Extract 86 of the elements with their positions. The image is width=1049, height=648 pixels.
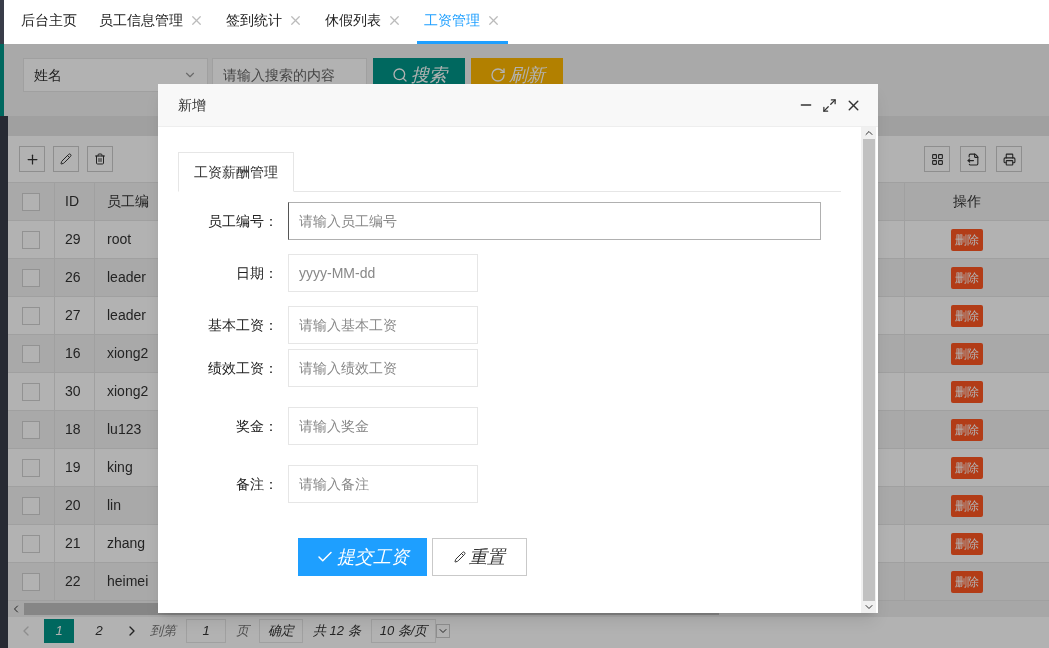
page-input[interactable]: 1	[186, 619, 226, 643]
table-cell-text: 21	[65, 534, 81, 553]
column-header: 员工编	[107, 192, 149, 211]
table-cell-text: 29	[65, 230, 81, 249]
caret-icon[interactable]	[436, 624, 451, 638]
table-cell-text: lin	[107, 496, 121, 515]
row-delete-button[interactable]: 删除	[951, 456, 983, 479]
page-tab[interactable]: 休假列表	[318, 0, 409, 44]
row-delete-button[interactable]: 删除	[951, 418, 983, 441]
row-checkbox[interactable]	[22, 192, 40, 211]
field-select[interactable]: 姓名	[23, 58, 208, 92]
table-cell-text: xiong2	[107, 344, 149, 363]
table-cell-text: leader	[107, 306, 146, 325]
pencil-icon	[60, 153, 72, 165]
table-cell-text: leader	[107, 268, 146, 287]
row-checkbox[interactable]	[22, 458, 40, 477]
row-checkbox[interactable]	[22, 382, 40, 401]
table-cell-text: 22	[65, 572, 81, 591]
dialog-title: 新增	[178, 95, 206, 115]
submit-button[interactable]: 提交工资	[298, 538, 427, 576]
table-cell-text: 19	[65, 458, 81, 477]
maximize-icon[interactable]	[822, 97, 837, 113]
table-cell-text: 18	[65, 420, 81, 439]
column-header: ID	[65, 192, 79, 211]
column-header: 操作	[953, 192, 981, 211]
row-checkbox[interactable]	[22, 344, 40, 363]
row-checkbox[interactable]	[22, 534, 40, 553]
print-button[interactable]	[996, 146, 1022, 172]
page-tab[interactable]: 签到统计	[219, 0, 310, 44]
field-label: 日期：	[235, 263, 279, 283]
plus-icon	[24, 151, 40, 167]
page-button[interactable]: 1	[44, 619, 74, 643]
reset-button[interactable]: 重置	[432, 538, 527, 576]
add-button[interactable]	[19, 146, 45, 172]
row-delete-button[interactable]: 删除	[951, 342, 983, 365]
printer-icon	[1002, 152, 1016, 166]
field-label: 员工编号：	[207, 211, 279, 231]
pencil-icon	[454, 551, 466, 563]
row-delete-button[interactable]: 删除	[951, 494, 983, 517]
table-cell-text: 20	[65, 496, 81, 515]
field-label: 奖金：	[235, 416, 279, 436]
table-cell-text: heimei	[107, 572, 149, 591]
page-tab[interactable]: 后台主页	[14, 0, 84, 44]
page-button[interactable]: 2	[84, 619, 114, 643]
table-cell-text: lu123	[107, 420, 142, 439]
row-delete-button[interactable]: 删除	[951, 570, 983, 593]
delete-button[interactable]	[87, 146, 113, 172]
page-unit: 页	[236, 622, 249, 641]
row-checkbox[interactable]	[22, 496, 40, 515]
row-delete-button[interactable]: 删除	[951, 380, 983, 403]
export-button[interactable]	[960, 146, 986, 172]
row-delete-button[interactable]: 删除	[951, 266, 983, 289]
scrollbar-thumb[interactable]	[862, 139, 875, 601]
row-checkbox[interactable]	[22, 572, 40, 591]
table-cell-text: 27	[65, 306, 81, 325]
page-size-select[interactable]: 10 条/页	[370, 619, 437, 643]
row-checkbox[interactable]	[22, 306, 40, 325]
table-cell-text: 16	[65, 344, 81, 363]
table-cell-text: root	[107, 230, 132, 249]
search-icon	[391, 67, 408, 83]
row-delete-button[interactable]: 删除	[951, 532, 983, 555]
table-cell-text: 26	[65, 268, 81, 287]
input-field[interactable]: 请输入员工编号	[288, 202, 821, 240]
row-checkbox[interactable]	[22, 268, 40, 287]
field-label: 基本工资：	[207, 315, 279, 335]
field-label: 绩效工资：	[207, 358, 279, 378]
row-checkbox[interactable]	[22, 230, 40, 249]
row-checkbox[interactable]	[22, 420, 40, 439]
row-delete-button[interactable]: 删除	[951, 228, 983, 251]
row-delete-button[interactable]: 删除	[951, 304, 983, 327]
refresh-icon	[489, 67, 506, 83]
goto-label: 到第	[150, 622, 176, 641]
grid-icon	[930, 152, 944, 166]
table-cell-text: zhang	[107, 534, 146, 553]
columns-button[interactable]	[924, 146, 950, 172]
table-cell-text: king	[107, 458, 133, 477]
trash-icon	[94, 153, 106, 165]
field-label: 备注：	[235, 474, 279, 494]
table-cell-text: xiong2	[107, 382, 149, 401]
total-count: 共 12 条	[313, 622, 361, 641]
form-tab[interactable]: 工资薪酬管理	[178, 152, 294, 192]
export-icon	[966, 152, 980, 166]
confirm-button[interactable]: 确定	[259, 619, 303, 643]
table-cell-text: 30	[65, 382, 81, 401]
edit-button[interactable]	[53, 146, 79, 172]
page-tab[interactable]: 员工信息管理	[92, 0, 211, 44]
